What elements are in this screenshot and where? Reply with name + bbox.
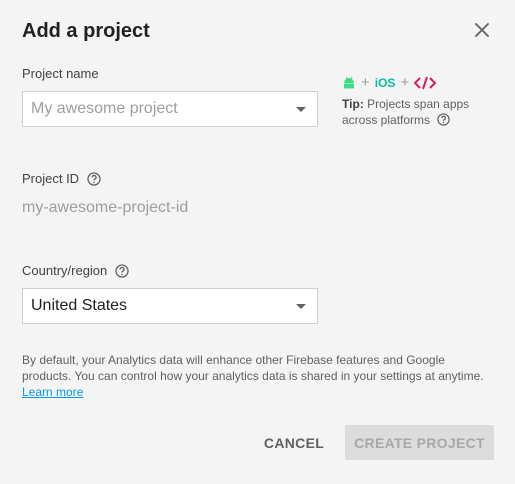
project-id-label: Project ID [22,171,80,186]
dropdown-arrow-icon[interactable] [296,303,306,309]
plus-sign: + [400,74,410,91]
tip-text: Tip: Projects span apps across platforms [342,96,492,128]
dropdown-arrow-icon[interactable] [296,106,306,112]
ios-icon: iOS [374,75,396,90]
country-label-row: Country/region [22,263,129,278]
country-label: Country/region [22,263,108,278]
close-icon[interactable] [475,23,489,37]
learn-more-link[interactable]: Learn more [22,385,83,399]
country-select[interactable]: United States [22,288,318,324]
plus-sign: + [361,74,370,91]
disclaimer-text: By default, your Analytics data will enh… [22,353,484,383]
web-code-icon [414,76,437,89]
project-name-placeholder[interactable]: My awesome project [23,100,296,118]
project-name-field[interactable]: My awesome project [22,91,318,127]
analytics-disclaimer: By default, your Analytics data will enh… [22,352,492,400]
help-icon[interactable] [115,263,129,278]
create-project-button[interactable]: CREATE PROJECT [345,425,494,460]
tip-bold: Tip: [342,97,364,111]
country-value[interactable]: United States [23,297,296,315]
project-id-label-row: Project ID [22,171,101,186]
help-icon[interactable] [87,171,101,186]
help-icon[interactable] [437,113,451,127]
project-id-value[interactable]: my-awesome-project-id [22,199,188,217]
cancel-button[interactable]: CANCEL [258,426,330,460]
platforms-row: + iOS + [342,74,437,91]
close-button[interactable] [470,18,494,42]
android-icon [344,76,354,88]
dialog-title: Add a project [22,20,150,42]
project-name-label: Project name [22,66,99,81]
